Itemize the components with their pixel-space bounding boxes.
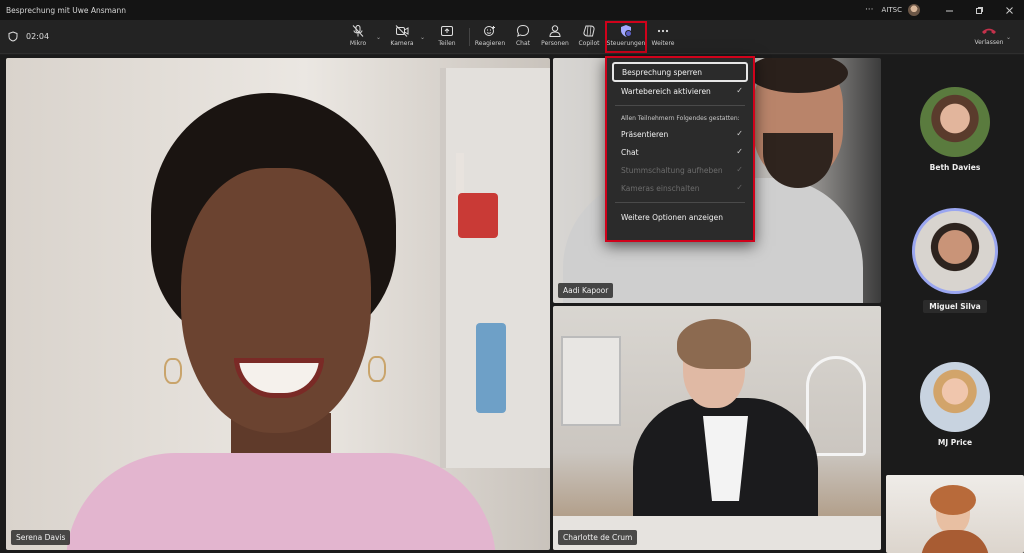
menu-divider [615, 105, 745, 106]
chat-label: Chat [515, 40, 531, 47]
rail-participant-miguel[interactable]: Miguel Silva [900, 208, 1010, 313]
nameplate: Serena Davis [11, 530, 71, 545]
share-icon [440, 23, 454, 39]
controls-shield-icon [619, 23, 633, 39]
camera-button[interactable]: Kamera [383, 23, 421, 51]
share-label: Teilen [438, 40, 456, 47]
avatar [920, 87, 990, 157]
video-tile-charlotte[interactable]: Charlotte de Crum [553, 306, 881, 550]
menu-item-chat[interactable]: Chat ✓ [607, 143, 753, 161]
menu-item-label: Kameras einschalten [621, 183, 700, 193]
rail-participant-beth[interactable]: Beth Davies [900, 87, 1010, 172]
video-tile-serena[interactable]: Serena Davis [6, 58, 550, 550]
mic-button[interactable]: Mikro [339, 23, 377, 51]
timer-text: 02:04 [26, 32, 50, 41]
menu-item-unmute: Stummschaltung aufheben ✓ [607, 161, 753, 179]
menu-item-label: Weitere Optionen anzeigen [621, 212, 724, 222]
menu-item-cameras: Kameras einschalten ✓ [607, 179, 753, 197]
org-label: AITSC [881, 6, 902, 14]
checkmark-icon: ✓ [736, 147, 743, 156]
more-icon[interactable]: ··· [865, 5, 874, 15]
copilot-button[interactable]: Copilot [570, 23, 608, 51]
more-label: Weitere [651, 40, 675, 47]
minimize-icon[interactable] [934, 0, 964, 20]
avatar [912, 208, 998, 294]
close-icon[interactable] [994, 0, 1024, 20]
controls-label: Steuerungen [606, 40, 646, 47]
menu-item-label: Präsentieren [621, 129, 669, 139]
nameplate: Aadi Kapoor [558, 283, 614, 298]
controls-menu: Besprechung sperren Wartebereich aktivie… [605, 56, 755, 242]
meeting-timer: 02:04 [8, 31, 49, 42]
meeting-toolbar: 02:04 Mikro ⌄ Kamera ⌄ Teilen Reagieren … [0, 20, 1024, 54]
leave-label: Verlassen [974, 39, 1004, 46]
mic-off-icon [351, 23, 365, 39]
menu-item-label: Besprechung sperren [622, 67, 703, 77]
hang-up-icon [981, 23, 997, 39]
background-shelf [440, 68, 550, 468]
chevron-down-icon[interactable]: ⌄ [376, 34, 381, 41]
copilot-icon [582, 23, 596, 39]
react-label: Reagieren [474, 40, 506, 47]
checkmark-icon: ✓ [736, 183, 743, 192]
participant-name: Miguel Silva [923, 300, 987, 313]
chevron-down-icon[interactable]: ⌄ [420, 34, 425, 41]
share-button[interactable]: Teilen [428, 23, 466, 51]
checkmark-icon: ✓ [736, 165, 743, 174]
menu-divider [615, 202, 745, 203]
nameplate: Charlotte de Crum [558, 530, 638, 545]
menu-item-label: Wartebereich aktivieren [621, 86, 711, 96]
video-stage: Serena Davis Aadi Kapoor Charlotte de Cr… [0, 55, 1024, 553]
checkmark-icon: ✓ [736, 86, 743, 95]
people-icon [548, 23, 562, 39]
self-view[interactable] [886, 475, 1024, 553]
toolbar-divider [469, 28, 470, 46]
people-label: Personen [541, 40, 569, 47]
menu-item-label: Chat [621, 147, 639, 157]
chat-icon [516, 23, 530, 39]
mic-label: Mikro [349, 40, 367, 47]
participant-name: Beth Davies [929, 163, 981, 172]
camera-label: Kamera [390, 40, 414, 47]
more-icon [656, 23, 670, 39]
restore-icon[interactable] [964, 0, 994, 20]
more-actions-button[interactable]: Weitere [644, 23, 682, 51]
avatar[interactable] [908, 4, 920, 16]
menu-item-more-options[interactable]: Weitere Optionen anzeigen [607, 208, 753, 226]
menu-item-lock-meeting[interactable]: Besprechung sperren [612, 62, 748, 82]
title-bar: Besprechung mit Uwe Ansmann ··· AITSC [0, 0, 1024, 20]
checkmark-icon: ✓ [736, 129, 743, 138]
participant-name: MJ Price [937, 438, 973, 447]
menu-item-label: Stummschaltung aufheben [621, 165, 723, 175]
people-button[interactable]: Personen [536, 23, 574, 51]
rail-participant-mj[interactable]: MJ Price [900, 362, 1010, 447]
window-title: Besprechung mit Uwe Ansmann [6, 5, 127, 15]
menu-item-present[interactable]: Präsentieren ✓ [607, 125, 753, 143]
shield-icon [8, 31, 18, 42]
copilot-label: Copilot [578, 40, 600, 47]
camera-off-icon [395, 23, 410, 39]
react-icon [483, 23, 497, 39]
controls-button[interactable]: Steuerungen [605, 21, 647, 53]
chevron-down-icon[interactable]: ⌄ [1006, 34, 1011, 41]
avatar [920, 362, 990, 432]
menu-item-lobby[interactable]: Wartebereich aktivieren ✓ [607, 82, 753, 100]
menu-section-header: Allen Teilnehmern Folgendes gestatten: [621, 114, 740, 122]
